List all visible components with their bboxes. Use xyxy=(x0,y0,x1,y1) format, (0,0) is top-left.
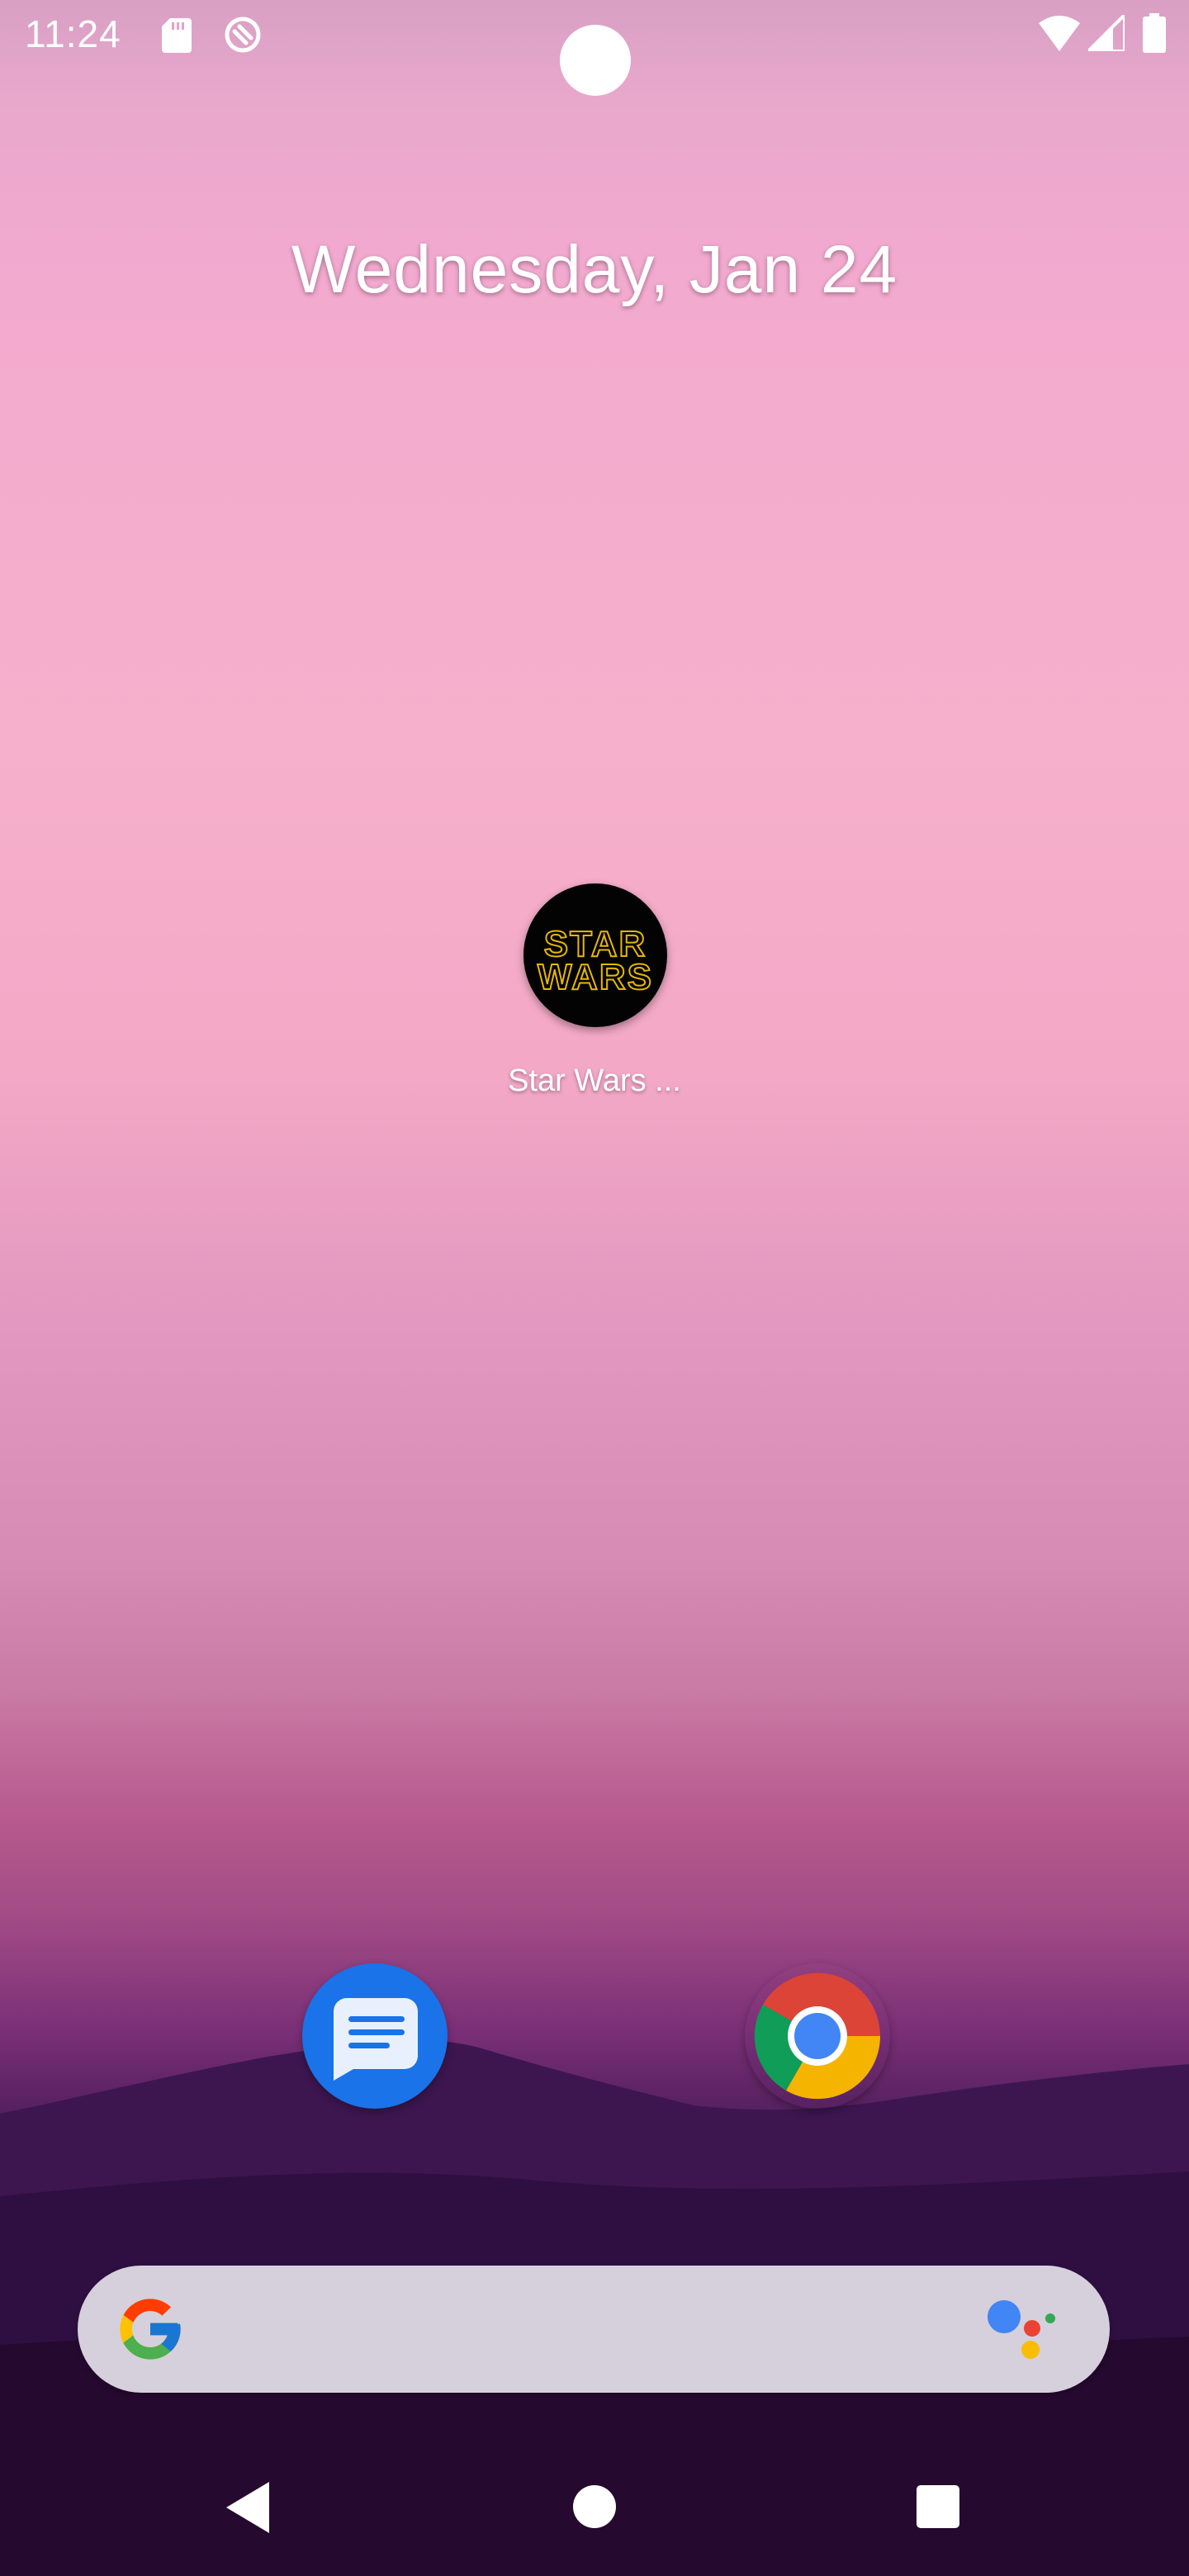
google-g-icon[interactable] xyxy=(114,2293,187,2365)
home-icon[interactable] xyxy=(573,2485,616,2528)
status-time: 11:24 xyxy=(25,12,121,55)
recents-icon[interactable] xyxy=(917,2485,959,2528)
camera-cutout xyxy=(560,25,631,96)
cell-signal-icon xyxy=(1088,15,1125,51)
date-widget[interactable]: Wednesday, Jan 24 xyxy=(0,231,1189,309)
search-bar[interactable] xyxy=(78,2266,1110,2393)
star-wars-logo-line2: WARS xyxy=(537,957,653,997)
messages-icon xyxy=(334,1998,418,2081)
back-icon[interactable] xyxy=(223,2480,272,2535)
messages-app-icon[interactable] xyxy=(302,1963,448,2109)
app-label: Star Wars ... xyxy=(508,1063,681,1098)
star-wars-icon[interactable]: STAR WARS xyxy=(523,883,667,1027)
chrome-icon xyxy=(754,1972,881,2100)
vpn-icon xyxy=(225,17,261,53)
battery-icon xyxy=(1143,13,1166,53)
wifi-icon xyxy=(1039,16,1080,51)
status-bar: 11:24 xyxy=(0,0,1189,96)
navigation-bar xyxy=(0,2460,1189,2576)
sd-card-icon xyxy=(162,18,192,53)
chrome-app-icon[interactable] xyxy=(745,1963,890,2109)
assistant-icon[interactable] xyxy=(986,2297,1060,2363)
star-wars-shortcut[interactable]: STAR WARS Star Wars ... xyxy=(495,875,694,1115)
